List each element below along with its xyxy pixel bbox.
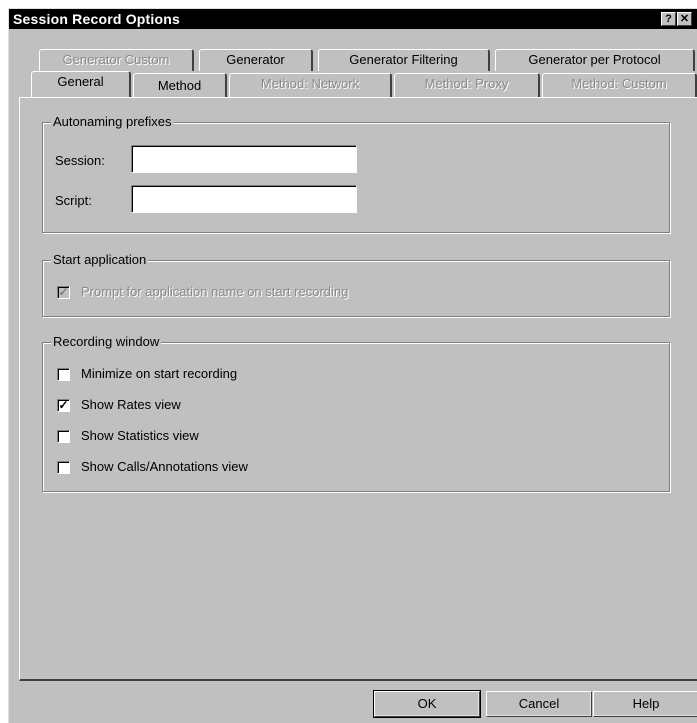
session-prefix-input[interactable] [131,145,357,173]
ok-button[interactable]: OK [373,690,481,718]
prompt-app-name-label: Prompt for application name on start rec… [81,284,349,299]
prompt-app-name-checkbox[interactable]: ✓ [57,286,70,299]
show-rates-view-label: Show Rates view [81,397,181,412]
show-calls-annotations-checkbox[interactable] [57,461,70,474]
tab-method-custom[interactable]: Method: Custom [542,73,697,97]
help-title-button[interactable]: ? [661,12,676,26]
start-application-group: Start application ✓ Prompt for applicati… [42,252,670,317]
session-label: Session: [55,153,105,168]
checkmark-icon: ✓ [58,398,69,412]
tab-general[interactable]: General [31,71,131,97]
tab-method[interactable]: Method [133,73,227,97]
tab-generator-filtering[interactable]: Generator Filtering [318,49,490,71]
start-application-legend: Start application [51,252,149,268]
cancel-button[interactable]: Cancel [486,691,592,717]
show-statistics-view-label: Show Statistics view [81,428,199,443]
recording-window-legend: Recording window [51,334,162,350]
tab-generator-custom[interactable]: Generator Custom [39,49,194,71]
close-button[interactable]: ✕ [677,12,692,26]
autonaming-prefixes-legend: Autonaming prefixes [51,114,174,130]
tab-method-network[interactable]: Method: Network [229,73,392,97]
session-record-options-dialog: Session Record Options ? ✕ Generator Cus… [8,8,697,723]
minimize-on-start-label: Minimize on start recording [81,366,238,381]
autonaming-prefixes-group: Autonaming prefixes Session: Script: [42,114,670,233]
show-calls-annotations-label: Show Calls/Annotations view [81,459,248,474]
script-prefix-input[interactable] [131,185,357,213]
recording-window-group: Recording window Minimize on start recor… [42,334,670,492]
checkmark-icon: ✓ [58,285,69,299]
minimize-on-start-checkbox[interactable] [57,368,70,381]
script-label: Script: [55,193,92,208]
window-title: Session Record Options [13,11,180,27]
tab-generator[interactable]: Generator [199,49,313,71]
show-statistics-view-checkbox[interactable] [57,430,70,443]
general-tab-panel: Autonaming prefixes Session: Script: Sta… [19,97,697,681]
help-button[interactable]: Help [593,691,697,717]
title-bar: Session Record Options ? ✕ [9,9,697,29]
tab-method-proxy[interactable]: Method: Proxy [394,73,540,97]
show-rates-view-checkbox[interactable]: ✓ [57,399,70,412]
tab-generator-per-protocol[interactable]: Generator per Protocol [495,49,695,71]
